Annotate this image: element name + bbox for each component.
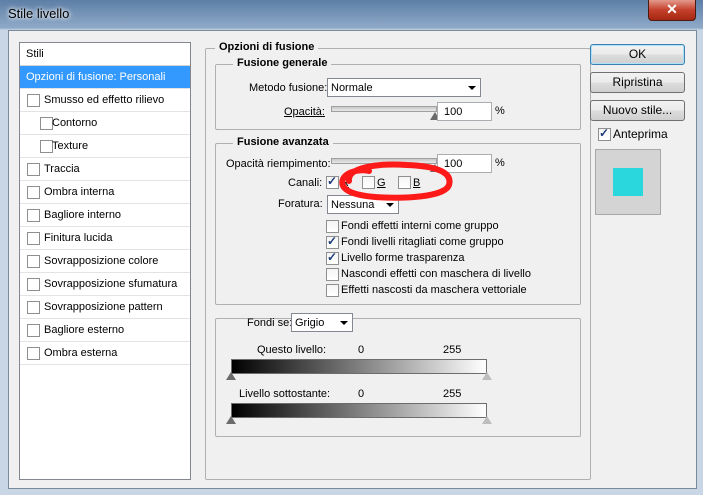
preview-checkbox[interactable]: [598, 126, 611, 141]
blend-if-group: [215, 318, 581, 437]
style-item-texture[interactable]: Texture: [20, 135, 190, 158]
style-checkbox[interactable]: [27, 324, 40, 337]
this-layer-min: 0: [358, 344, 365, 356]
preview-box: [595, 149, 661, 215]
fill-opacity-label: Opacità riempimento:: [226, 158, 331, 170]
option-checkbox[interactable]: [326, 268, 339, 281]
option-checkbox[interactable]: [326, 250, 339, 265]
blend-mode-label: Metodo fusione:: [249, 82, 328, 94]
this-layer-gradient: [231, 359, 487, 374]
reset-button[interactable]: Ripristina: [590, 72, 685, 93]
style-item-inner-glow[interactable]: Bagliore interno: [20, 204, 190, 227]
dialog-client: Stili Opzioni di fusione: Personali Smus…: [8, 30, 697, 489]
style-item-contour[interactable]: Contorno: [20, 112, 190, 135]
styles-list-header[interactable]: Stili: [20, 43, 190, 66]
styles-list: Stili Opzioni di fusione: Personali Smus…: [19, 42, 191, 480]
style-item-label: Ombra interna: [44, 186, 115, 198]
style-item-label: Bagliore interno: [44, 209, 122, 221]
general-blending-title: Fusione generale: [233, 57, 332, 69]
underlying-layer-white-thumb[interactable]: [482, 416, 492, 424]
style-item-label: Contorno: [52, 117, 98, 129]
close-icon[interactable]: ✕: [648, 0, 696, 21]
ok-button[interactable]: OK: [590, 44, 685, 65]
advanced-blending-title: Fusione avanzata: [233, 136, 333, 148]
underlying-layer-max: 255: [443, 388, 462, 400]
underlying-layer-black-thumb[interactable]: [226, 416, 236, 424]
style-item-label: Ombra esterna: [44, 347, 118, 359]
opacity-unit: %: [495, 105, 505, 117]
style-item-color-overlay[interactable]: Sovrapposizione colore: [20, 250, 190, 273]
general-blending-group: [215, 64, 581, 130]
style-item-label: Smusso ed effetto rilievo: [44, 94, 165, 106]
opacity-input[interactable]: 100: [437, 102, 492, 121]
style-item-stroke[interactable]: Traccia: [20, 158, 190, 181]
option-checkbox[interactable]: [326, 234, 339, 249]
style-item-pattern-overlay[interactable]: Sovrapposizione pattern: [20, 296, 190, 319]
window-title: Stile livello: [8, 6, 70, 21]
blend-mode-select[interactable]: Normale: [327, 78, 481, 97]
this-layer-black-thumb[interactable]: [226, 372, 236, 380]
style-item-outer-glow[interactable]: Bagliore esterno: [20, 319, 190, 342]
style-item-label: Traccia: [44, 163, 80, 175]
style-item-label: Opzioni di fusione: Personali: [26, 71, 166, 83]
opacity-value: 100: [444, 106, 463, 118]
fill-opacity-unit: %: [495, 157, 505, 169]
option-label: Fondi effetti interni come gruppo: [341, 220, 499, 232]
underlying-layer-gradient: [231, 403, 487, 418]
style-item-label: Bagliore esterno: [44, 324, 125, 336]
knockout-label: Foratura:: [278, 198, 323, 210]
style-item-inner-shadow[interactable]: Ombra interna: [20, 181, 190, 204]
chevron-down-icon: [340, 321, 348, 325]
preview-label: Anteprima: [613, 127, 668, 141]
style-checkbox[interactable]: [27, 301, 40, 314]
this-layer-white-thumb[interactable]: [482, 372, 492, 380]
style-item-label: Sovrapposizione sfumatura: [44, 278, 178, 290]
chevron-down-icon: [386, 203, 394, 207]
option-label: Fondi livelli ritagliati come gruppo: [341, 236, 504, 248]
style-item-satin[interactable]: Finitura lucida: [20, 227, 190, 250]
option-checkbox[interactable]: [326, 284, 339, 297]
style-item-blending-options[interactable]: Opzioni di fusione: Personali: [20, 66, 190, 89]
style-item-bevel-emboss[interactable]: Smusso ed effetto rilievo: [20, 89, 190, 112]
option-label: Effetti nascosti da maschera vettoriale: [341, 284, 527, 296]
layer-style-window: Stile livello ✕ Stili Opzioni di fusione…: [0, 0, 703, 495]
this-layer-max: 255: [443, 344, 462, 356]
style-checkbox[interactable]: [27, 232, 40, 245]
preview-swatch: [613, 168, 643, 196]
blending-options-title: Opzioni di fusione: [215, 41, 319, 53]
option-label: Nascondi effetti con maschera di livello: [341, 268, 531, 280]
style-item-label: Finitura lucida: [44, 232, 113, 244]
style-checkbox[interactable]: [27, 186, 40, 199]
blend-if-value: Grigio: [295, 317, 325, 329]
this-layer-label: Questo livello:: [257, 344, 327, 356]
style-checkbox[interactable]: [27, 163, 40, 176]
style-checkbox[interactable]: [27, 94, 40, 107]
red-annotation-circle: [339, 161, 453, 201]
option-checkbox[interactable]: [326, 220, 339, 233]
blend-mode-value: Normale: [331, 82, 373, 94]
underlying-layer-label: Livello sottostante:: [239, 388, 331, 400]
style-item-label: Sovrapposizione pattern: [44, 301, 163, 313]
channels-label: Canali:: [288, 177, 323, 189]
blend-if-select[interactable]: Grigio: [291, 313, 353, 332]
style-checkbox[interactable]: [27, 209, 40, 222]
style-item-gradient-overlay[interactable]: Sovrapposizione sfumatura: [20, 273, 190, 296]
style-item-drop-shadow[interactable]: Ombra esterna: [20, 342, 190, 365]
underlying-layer-min: 0: [358, 388, 365, 400]
style-item-label: Texture: [52, 140, 89, 152]
title-bar[interactable]: Stile livello ✕: [0, 0, 703, 30]
chevron-down-icon: [468, 86, 476, 90]
style-checkbox[interactable]: [27, 278, 40, 291]
style-checkbox[interactable]: [27, 347, 40, 360]
opacity-label: Opacità:: [284, 106, 325, 118]
new-style-button[interactable]: Nuovo stile...: [590, 100, 685, 121]
option-label: Livello forme trasparenza: [341, 252, 465, 264]
opacity-slider-track[interactable]: [331, 106, 437, 112]
style-item-label: Sovrapposizione colore: [44, 255, 159, 267]
style-checkbox[interactable]: [27, 255, 40, 268]
blend-if-label: Fondi se:: [247, 317, 293, 329]
